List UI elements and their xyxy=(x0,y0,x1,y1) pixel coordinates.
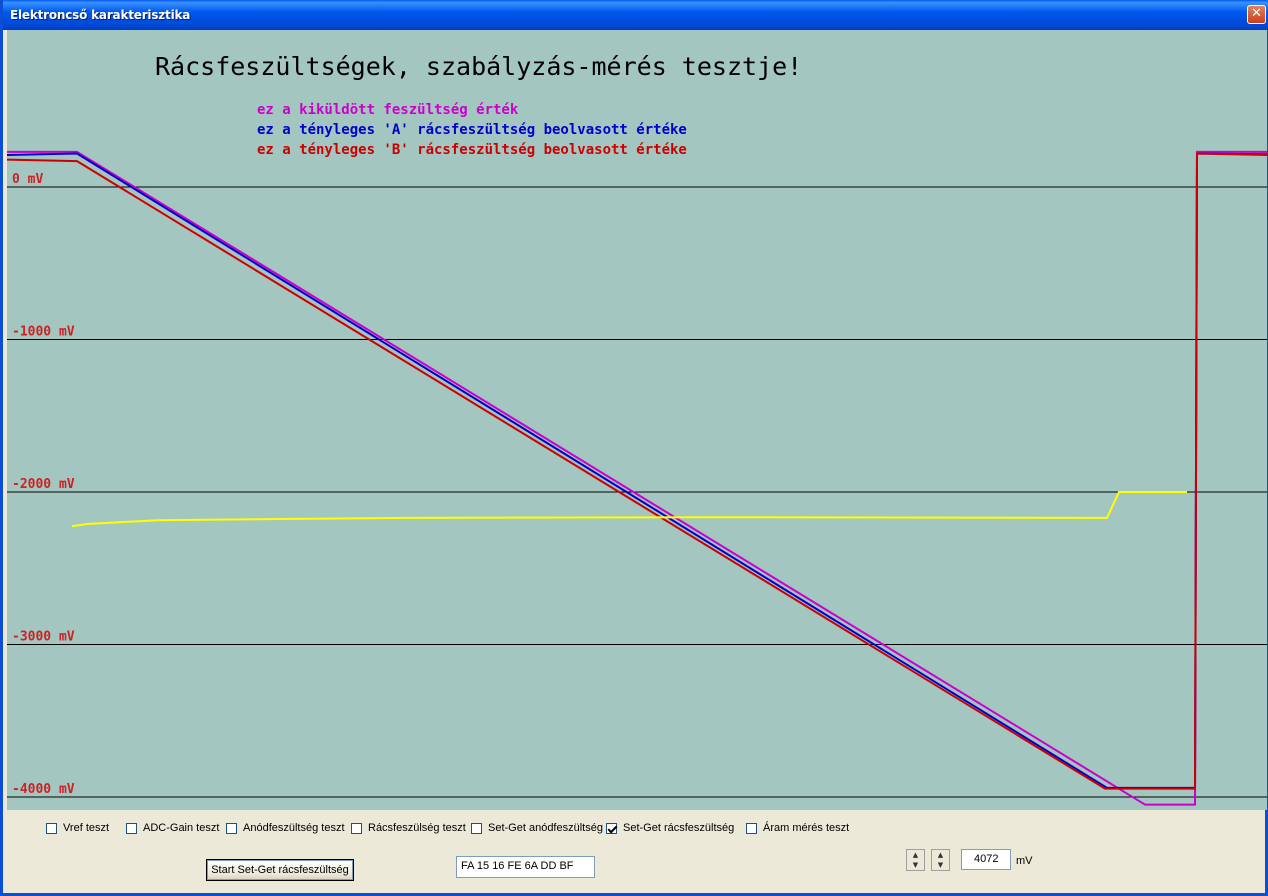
y-tick-label-3: -3000 mV xyxy=(12,630,75,645)
title-bar[interactable]: Elektroncső karakterisztika ✕ xyxy=(3,0,1268,30)
checkbox-6[interactable]: Set-Get rácsfeszültség xyxy=(606,822,734,834)
checkbox-5[interactable]: Set-Get anódfeszültség xyxy=(471,822,603,834)
checkbox-3[interactable]: Anódfeszültség teszt xyxy=(226,822,345,834)
series-line-3 xyxy=(7,152,1267,790)
checkbox-box-2[interactable] xyxy=(126,822,137,834)
spinner-right-down-icon[interactable]: ▼ xyxy=(932,860,949,870)
spinner-left[interactable]: ▲ ▼ xyxy=(906,849,925,871)
plot-area: Rácsfeszültségek, szabályzás-mérés teszt… xyxy=(7,30,1267,810)
y-tick-label-2: -2000 mV xyxy=(12,477,75,492)
checkbox-7[interactable]: Áram mérés teszt xyxy=(746,822,849,834)
checkbox-label-3: Anódfeszültség teszt xyxy=(243,822,345,834)
series-line-2 xyxy=(7,152,1267,789)
spinner-right[interactable]: ▲ ▼ xyxy=(931,849,950,871)
checkbox-1[interactable]: Vref teszt xyxy=(46,822,109,834)
voltage-unit-label: mV xyxy=(1016,855,1033,867)
checkbox-box-3[interactable] xyxy=(226,822,237,834)
checkbox-box-4[interactable] xyxy=(351,822,362,834)
series-line-4 xyxy=(71,491,1187,528)
checkbox-label-5: Set-Get anódfeszültség xyxy=(488,822,603,834)
checkbox-4[interactable]: Rácsfeszülség teszt xyxy=(351,822,466,834)
checkbox-box-7[interactable] xyxy=(746,822,757,834)
voltage-value-input[interactable]: 4072 xyxy=(961,849,1011,870)
checkbox-label-1: Vref teszt xyxy=(63,822,110,834)
hex-output-field[interactable]: FA 15 16 FE 6A DD BF xyxy=(456,856,595,878)
checkbox-label-6: Set-Get rácsfeszültség xyxy=(623,822,735,834)
y-tick-label-4: -4000 mV xyxy=(12,782,75,797)
close-button[interactable]: ✕ xyxy=(1247,5,1266,24)
checkbox-label-2: ADC-Gain teszt xyxy=(143,822,220,834)
spinner-left-down-icon[interactable]: ▼ xyxy=(907,860,924,870)
checkbox-box-5[interactable] xyxy=(471,822,482,834)
legend-entry-2: ez a tényleges 'A' rácsfeszültség beolva… xyxy=(257,122,687,138)
main-window: Elektroncső karakterisztika ✕ Rácsfeszül… xyxy=(0,0,1268,896)
checkbox-box-6[interactable] xyxy=(606,822,617,834)
window-title: Elektroncső karakterisztika xyxy=(10,8,191,22)
chart-svg: Rácsfeszültségek, szabályzás-mérés teszt… xyxy=(7,52,1267,806)
checkbox-label-7: Áram mérés teszt xyxy=(763,822,850,834)
checkbox-2[interactable]: ADC-Gain teszt xyxy=(126,822,219,834)
y-tick-label-1: -1000 mV xyxy=(12,325,75,340)
checkbox-label-4: Rácsfeszülség teszt xyxy=(368,822,466,834)
legend-entry-1: ez a kiküldött feszültség érték xyxy=(257,102,519,118)
checkbox-box-1[interactable] xyxy=(46,822,57,834)
legend-entry-3: ez a tényleges 'B' rácsfeszültség beolva… xyxy=(257,142,687,158)
y-tick-label-0: 0 mV xyxy=(12,172,43,187)
series-line-1 xyxy=(7,150,1267,806)
spinner-left-up-icon[interactable]: ▲ xyxy=(907,850,924,860)
start-set-get-button[interactable]: Start Set-Get rácsfeszültség xyxy=(206,859,354,881)
plot-title: Rácsfeszültségek, szabályzás-mérés teszt… xyxy=(155,52,802,81)
spinner-right-up-icon[interactable]: ▲ xyxy=(932,850,949,860)
